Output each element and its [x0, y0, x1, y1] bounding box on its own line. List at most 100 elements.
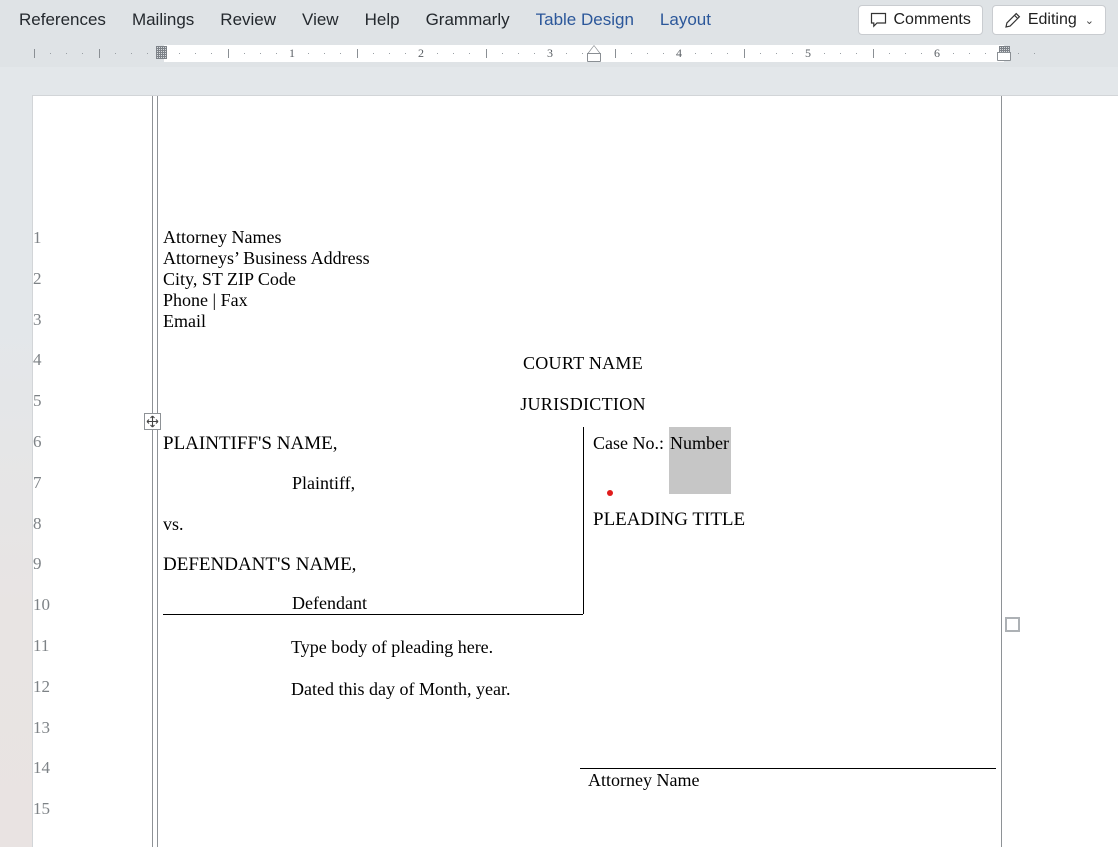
ruler-minor-tick	[211, 53, 212, 54]
ruler-minor-tick	[663, 53, 664, 54]
ruler-minor-tick	[953, 53, 954, 54]
ruler-left-margin-hatch[interactable]	[156, 46, 167, 59]
tab-mailings[interactable]: Mailings	[119, 3, 207, 37]
ruler-major-tick	[99, 49, 100, 58]
ruler-minor-tick	[905, 53, 906, 54]
ruler-ticks: 1 2 3 4 5 6	[0, 45, 1118, 62]
ruler-minor-tick	[389, 53, 390, 54]
ruler-minor-tick	[889, 53, 890, 54]
versus-label[interactable]: vs.	[163, 515, 184, 533]
defendant-name[interactable]: DEFENDANT'S NAME,	[163, 555, 356, 574]
letterhead-line-2[interactable]: Attorneys’ Business Address	[163, 249, 370, 267]
plaintiff-role[interactable]: Plaintiff,	[292, 474, 355, 492]
ruler-major-tick	[357, 49, 358, 58]
ruler-minor-tick	[437, 53, 438, 54]
ruler-minor-tick	[727, 53, 728, 54]
plaintiff-name[interactable]: PLAINTIFF'S NAME,	[163, 434, 337, 453]
ruler-minor-tick	[760, 53, 761, 54]
ruler-minor-tick	[244, 53, 245, 54]
ruler-minor-tick	[582, 53, 583, 54]
table-resize-handle[interactable]	[1005, 617, 1020, 632]
right-indent-marker[interactable]	[997, 52, 1011, 61]
ruler-number-2: 2	[418, 46, 424, 61]
tab-table-design[interactable]: Table Design	[523, 3, 647, 37]
ruler-minor-tick	[453, 53, 454, 54]
ruler-minor-tick	[840, 53, 841, 54]
ruler-minor-tick	[518, 53, 519, 54]
body-paragraph-2[interactable]: Dated this day of Month, year.	[291, 680, 510, 698]
ruler-minor-tick	[985, 53, 986, 54]
ruler-minor-tick	[50, 53, 51, 54]
ruler-minor-tick	[276, 53, 277, 54]
ruler-number-4: 4	[676, 46, 682, 61]
comments-label: Comments	[894, 11, 971, 29]
document-page[interactable]: 123456789101112131415 Attorney Names Att…	[33, 96, 1118, 847]
court-name-heading[interactable]: COURT NAME	[163, 353, 1003, 374]
ruler-number-5: 5	[805, 46, 811, 61]
caption-bottom-border	[163, 614, 583, 615]
move-cross-icon	[146, 415, 159, 428]
ruler-minor-tick	[179, 53, 180, 54]
document-body[interactable]: Attorney Names Attorneys’ Business Addre…	[33, 96, 1118, 847]
letterhead-line-1[interactable]: Attorney Names	[163, 228, 281, 246]
ribbon-right-group: Comments Editing ⌄	[858, 5, 1107, 35]
case-no-value[interactable]: Number	[670, 434, 729, 452]
defendant-role[interactable]: Defendant	[292, 594, 367, 612]
editing-mode-button[interactable]: Editing ⌄	[992, 5, 1106, 35]
pencil-icon	[1004, 12, 1021, 29]
ruler-minor-tick	[131, 53, 132, 54]
ruler-minor-tick	[824, 53, 825, 54]
ruler-major-tick	[615, 49, 616, 58]
ruler-minor-tick	[324, 53, 325, 54]
ruler-minor-tick	[308, 53, 309, 54]
case-no-label[interactable]: Case No.:	[593, 434, 664, 452]
tab-view[interactable]: View	[289, 3, 352, 37]
jurisdiction-heading[interactable]: JURISDICTION	[163, 394, 1003, 415]
ruler-major-tick	[873, 49, 874, 58]
signature-name[interactable]: Attorney Name	[588, 771, 699, 789]
ruler-minor-tick	[502, 53, 503, 54]
editing-label: Editing	[1028, 11, 1077, 29]
tab-review[interactable]: Review	[207, 3, 289, 37]
tab-layout[interactable]: Layout	[647, 3, 724, 37]
ruler-number-6: 6	[934, 46, 940, 61]
ruler-minor-tick	[1034, 53, 1035, 54]
ruler-major-tick	[228, 49, 229, 58]
ribbon-tab-bar: References Mailings Review View Help Gra…	[0, 0, 1118, 40]
ruler-minor-tick	[469, 53, 470, 54]
ruler-minor-tick	[776, 53, 777, 54]
signature-line	[580, 768, 996, 769]
ruler-minor-tick	[921, 53, 922, 54]
ruler-minor-tick	[695, 53, 696, 54]
table-move-handle[interactable]	[144, 413, 161, 430]
comments-button[interactable]: Comments	[858, 5, 983, 35]
pleading-title[interactable]: PLEADING TITLE	[593, 510, 745, 529]
letterhead-line-4[interactable]: Phone | Fax	[163, 291, 248, 309]
ruler-number-1: 1	[289, 46, 295, 61]
ruler-minor-tick	[631, 53, 632, 54]
ruler-minor-tick	[260, 53, 261, 54]
horizontal-ruler[interactable]: 1 2 3 4 5 6	[0, 40, 1118, 67]
ribbon-tabs: References Mailings Review View Help Gra…	[6, 0, 724, 40]
ruler-minor-tick	[373, 53, 374, 54]
ruler-minor-tick	[82, 53, 83, 54]
ruler-minor-tick	[115, 53, 116, 54]
tab-grammarly[interactable]: Grammarly	[413, 3, 523, 37]
ruler-minor-tick	[856, 53, 857, 54]
ruler-minor-tick	[66, 53, 67, 54]
tab-references[interactable]: References	[6, 3, 119, 37]
ruler-minor-tick	[147, 53, 148, 54]
caption-column-divider	[583, 427, 584, 614]
ruler-minor-tick	[340, 53, 341, 54]
letterhead-line-5[interactable]: Email	[163, 312, 206, 330]
body-paragraph-1[interactable]: Type body of pleading here.	[291, 638, 493, 656]
left-indent-marker[interactable]	[587, 53, 601, 62]
tab-help[interactable]: Help	[352, 3, 413, 37]
chevron-down-icon[interactable]: ⌄	[1085, 14, 1094, 27]
ruler-number-3: 3	[547, 46, 553, 61]
ruler-minor-tick	[969, 53, 970, 54]
comment-icon	[870, 12, 887, 28]
ruler-minor-tick	[566, 53, 567, 54]
revision-marker-dot[interactable]	[607, 490, 613, 496]
letterhead-line-3[interactable]: City, ST ZIP Code	[163, 270, 296, 288]
